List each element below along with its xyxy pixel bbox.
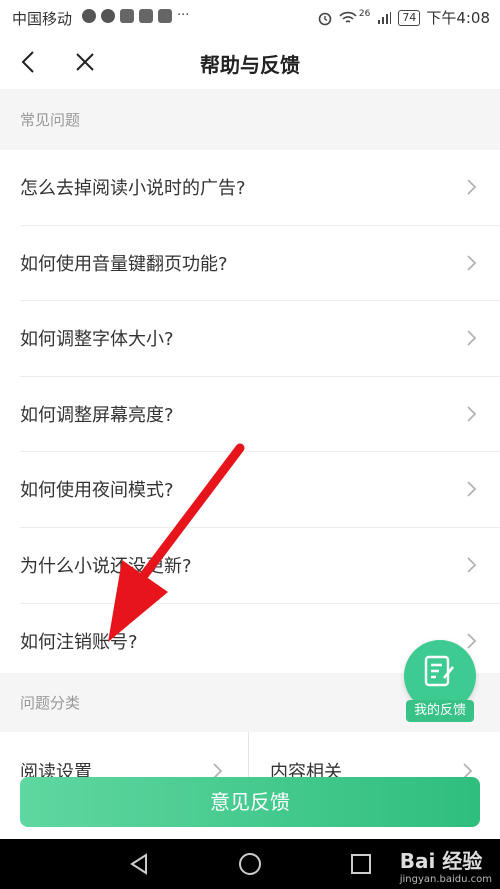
faq-question: 如何注销账号? — [20, 631, 138, 653]
nav-bar: 帮助与反馈 — [0, 36, 500, 90]
nav-back-icon[interactable] — [128, 853, 150, 875]
faq-question: 如何调整屏幕亮度? — [20, 404, 174, 426]
baidu-jingyan-watermark: Bai 经验 jingyan.baidu.com — [400, 845, 492, 885]
bottom-bar: 意见反馈 — [0, 777, 500, 839]
app-notification-icon — [101, 9, 115, 23]
chevron-right-icon — [467, 254, 477, 271]
category-divider — [248, 732, 249, 777]
status-right: 26 74 下午4:08 — [317, 7, 490, 28]
feedback-button[interactable]: 意见反馈 — [20, 777, 480, 827]
chevron-right-icon — [467, 179, 477, 195]
my-feedback-button[interactable]: 我的反馈 — [404, 640, 476, 722]
faq-section-header: 常见问题 — [0, 89, 500, 150]
chevron-right-icon — [467, 557, 477, 573]
edit-note-icon — [424, 655, 455, 687]
chevron-right-icon — [213, 763, 223, 777]
category-header-label: 问题分类 — [20, 694, 81, 712]
chevron-right-icon — [467, 406, 477, 422]
faq-item[interactable]: 如何调整屏幕亮度? — [20, 377, 500, 453]
notification-icons: ··· — [82, 9, 189, 23]
nav-recents-icon[interactable] — [350, 853, 372, 875]
clock: 下午4:08 — [426, 9, 490, 27]
app-notification-icon — [158, 9, 172, 23]
alarm-icon — [318, 12, 332, 25]
chat-notification-icon — [82, 9, 96, 23]
carrier-name: 中国移动 — [12, 10, 73, 28]
app-notification-icon — [120, 9, 134, 23]
watermark-url: jingyan.baidu.com — [399, 874, 492, 885]
faq-item[interactable]: 如何调整字体大小? — [20, 301, 500, 377]
faq-question: 如何使用夜间模式? — [20, 480, 174, 502]
more-notifications-icon: ··· — [177, 8, 190, 23]
status-bar: 中国移动 ··· 26 74 下午4:08 — [0, 0, 500, 36]
signal-icon — [378, 11, 392, 24]
faq-item[interactable]: 为什么小说还没更新? — [20, 528, 500, 604]
wifi-icon — [339, 11, 357, 23]
system-nav-bar: Bai 经验 jingyan.baidu.com — [0, 839, 500, 889]
faq-question: 为什么小说还没更新? — [20, 555, 192, 577]
category-grid: 阅读设置 内容相关 — [0, 732, 500, 777]
chevron-right-icon — [467, 330, 477, 346]
category-item[interactable]: 阅读设置 — [20, 758, 92, 777]
app-notification-icon — [139, 9, 153, 23]
battery-icon: 74 — [398, 9, 421, 26]
page-title: 帮助与反馈 — [200, 53, 300, 77]
chevron-right-icon — [463, 763, 473, 777]
faq-list: 怎么去掉阅读小说时的广告? 如何使用音量键翻页功能? 如何调整字体大小? 如何调… — [0, 150, 500, 678]
watermark-brand: Bai 经验 — [399, 849, 483, 873]
faq-question: 怎么去掉阅读小说时的广告? — [20, 178, 246, 199]
faq-item[interactable]: 如何使用夜间模式? — [20, 452, 500, 528]
nav-home-icon[interactable] — [238, 852, 262, 876]
faq-item[interactable]: 如何使用音量键翻页功能? — [20, 226, 500, 302]
category-item[interactable]: 内容相关 — [270, 758, 342, 777]
my-feedback-label: 我的反馈 — [406, 700, 474, 722]
chevron-right-icon — [467, 481, 477, 498]
faq-question: 如何使用音量键翻页功能? — [20, 253, 228, 275]
faq-header-label: 常见问题 — [20, 111, 81, 129]
faq-item[interactable]: 怎么去掉阅读小说时的广告? — [20, 150, 500, 226]
faq-question: 如何调整字体大小? — [20, 329, 174, 351]
network-type: 26 — [358, 8, 371, 19]
